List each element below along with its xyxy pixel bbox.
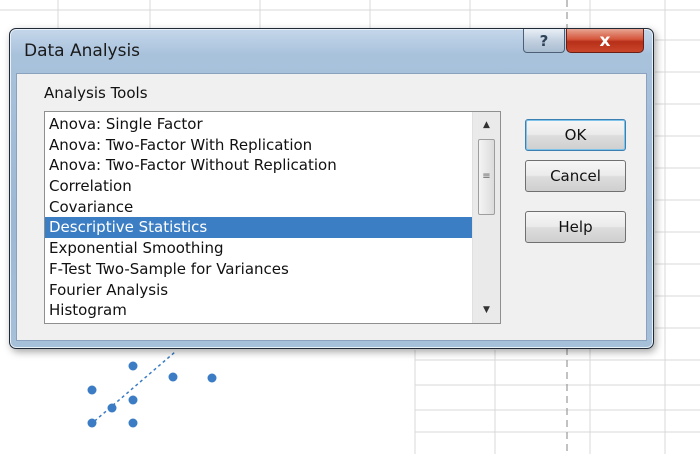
list-item[interactable]: Histogram	[45, 300, 473, 321]
scatter-point	[87, 385, 97, 395]
list-item[interactable]: Anova: Single Factor	[45, 114, 473, 135]
cancel-button[interactable]: Cancel	[525, 160, 626, 192]
dialog-body: Analysis Tools Anova: Single Factor Anov…	[16, 73, 647, 341]
scatter-point	[128, 418, 138, 428]
scatter-point	[168, 372, 178, 382]
analysis-tools-list: Anova: Single Factor Anova: Two-Factor W…	[45, 114, 473, 321]
list-item[interactable]: Anova: Two-Factor Without Replication	[45, 155, 473, 176]
scatter-points	[87, 361, 217, 428]
scroll-down-icon[interactable]: ▼	[473, 300, 500, 320]
list-item[interactable]: Covariance	[45, 197, 473, 218]
help-button[interactable]: Help	[525, 211, 626, 243]
close-button[interactable]: x	[566, 29, 644, 53]
scatter-point	[207, 373, 217, 383]
scatter-point	[128, 361, 138, 371]
help-title-button[interactable]: ?	[523, 29, 565, 53]
list-item[interactable]: Anova: Two-Factor With Replication	[45, 135, 473, 156]
data-analysis-dialog: Data Analysis ? x Analysis Tools Anova: …	[9, 28, 654, 349]
analysis-tools-label: Analysis Tools	[44, 84, 148, 102]
list-item[interactable]: Exponential Smoothing	[45, 238, 473, 259]
list-item[interactable]: Fourier Analysis	[45, 280, 473, 301]
scroll-up-icon[interactable]: ▲	[473, 115, 500, 135]
list-item[interactable]: Correlation	[45, 176, 473, 197]
scatter-point	[128, 395, 138, 405]
scatter-point	[87, 418, 97, 428]
vertical-scrollbar[interactable]: ▲ ≡ ▼	[472, 112, 500, 323]
list-item[interactable]: F-Test Two-Sample for Variances	[45, 259, 473, 280]
list-item-selected[interactable]: Descriptive Statistics	[45, 217, 473, 239]
ok-button[interactable]: OK	[525, 119, 626, 151]
dialog-title: Data Analysis	[24, 41, 141, 61]
analysis-tools-listbox[interactable]: Anova: Single Factor Anova: Two-Factor W…	[44, 111, 501, 324]
scatter-point	[107, 403, 117, 413]
scroll-thumb[interactable]: ≡	[478, 139, 495, 215]
